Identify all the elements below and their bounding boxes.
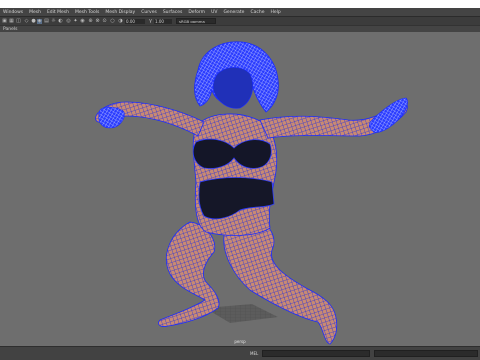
wireframe-icon[interactable]: ◇ xyxy=(24,18,29,24)
textured-icon[interactable]: ▤ xyxy=(44,18,49,24)
title-strip xyxy=(0,0,480,8)
menu-uv[interactable]: UV xyxy=(211,10,217,15)
maya-window: Windows Mesh Edit Mesh Mesh Tools Mesh D… xyxy=(0,0,480,360)
menu-curves[interactable]: Curves xyxy=(141,10,157,15)
command-result-field xyxy=(374,350,478,357)
gamma-icon[interactable]: γ xyxy=(148,18,153,24)
menu-surfaces[interactable]: Surfaces xyxy=(163,10,183,15)
main-menu-bar: Windows Mesh Edit Mesh Mesh Tools Mesh D… xyxy=(0,8,480,16)
camera-name-label: persp xyxy=(234,339,246,344)
menu-mesh-tools[interactable]: Mesh Tools xyxy=(75,10,99,15)
antialias-icon[interactable]: ✦ xyxy=(73,18,78,24)
shadows-icon[interactable]: ◐ xyxy=(58,18,63,24)
command-line-bar: MEL xyxy=(0,346,480,360)
character-left-leg xyxy=(158,221,220,327)
command-input[interactable] xyxy=(262,350,370,357)
xray-joints-icon[interactable]: ⊙ xyxy=(102,18,107,24)
exposure-icon[interactable]: ◑ xyxy=(118,18,123,24)
viewport-scene xyxy=(95,41,408,345)
perspective-viewport[interactable]: persp xyxy=(0,32,480,346)
menu-edit-mesh[interactable]: Edit Mesh xyxy=(47,10,69,15)
panels-menu[interactable]: Panels xyxy=(3,27,17,32)
gamma-field[interactable]: 1.00 xyxy=(154,18,172,24)
menu-mesh[interactable]: Mesh xyxy=(29,10,41,15)
color-space-dropdown[interactable]: sRGB gamma xyxy=(176,18,216,24)
menu-mesh-display[interactable]: Mesh Display xyxy=(105,10,135,15)
exposure-field[interactable]: 0.00 xyxy=(125,18,145,24)
character-left-hand xyxy=(98,106,125,129)
menu-windows[interactable]: Windows xyxy=(3,10,23,15)
backface-culling-icon[interactable]: ○ xyxy=(110,18,115,24)
ambient-occlusion-icon[interactable]: ◎ xyxy=(66,18,71,24)
menu-cache[interactable]: Cache xyxy=(250,10,264,15)
depth-of-field-icon[interactable]: ◉ xyxy=(80,18,85,24)
wireframe-on-shaded-icon[interactable]: ◈ xyxy=(37,18,42,24)
character-right-hand xyxy=(368,97,408,133)
smooth-shade-icon[interactable]: ● xyxy=(31,18,36,24)
command-language-toggle[interactable]: MEL xyxy=(250,351,258,356)
color-space-value: sRGB gamma xyxy=(179,19,205,24)
lights-icon[interactable]: ☼ xyxy=(51,18,56,24)
select-camera-icon[interactable]: ◫ xyxy=(16,18,21,24)
panels-bar: Panels xyxy=(0,25,480,32)
menu-help[interactable]: Help xyxy=(270,10,280,15)
character-face xyxy=(212,67,253,109)
grid-icon[interactable]: ▦ xyxy=(9,18,14,24)
menu-generate[interactable]: Generate xyxy=(223,10,244,15)
isolate-select-icon[interactable]: ⊕ xyxy=(88,18,93,24)
menu-deform[interactable]: Deform xyxy=(188,10,205,15)
xray-icon[interactable]: ⊗ xyxy=(95,18,100,24)
viewport-toolbar: ▣ ▦ ◫ ◇ ● ◈ ▤ ☼ ◐ ◎ ✦ ◉ ⊕ ⊗ ⊙ ○ ◑ 0.00 γ… xyxy=(0,16,480,25)
camera-icon[interactable]: ▣ xyxy=(2,18,7,24)
